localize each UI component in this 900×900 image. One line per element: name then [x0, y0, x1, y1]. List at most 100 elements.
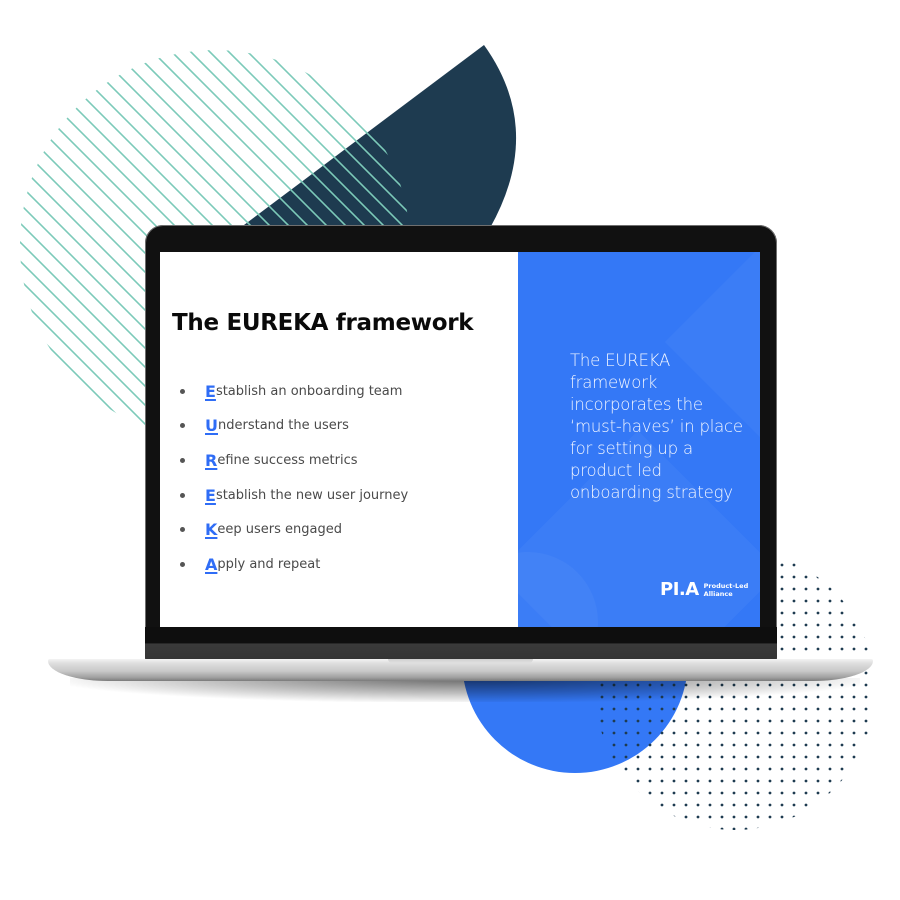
dot [804, 647, 808, 651]
dot [816, 731, 820, 735]
dot [804, 707, 808, 711]
dot [696, 743, 700, 747]
dot [804, 611, 808, 615]
dot [732, 755, 736, 759]
laptop-shadow [70, 678, 860, 702]
dot [816, 719, 820, 723]
dot [636, 731, 640, 735]
dot [612, 743, 616, 747]
dot [768, 719, 772, 723]
dot [636, 779, 640, 783]
dot [852, 779, 856, 783]
dot [864, 707, 868, 711]
dot [696, 755, 700, 759]
dot [780, 803, 784, 807]
dot [780, 599, 784, 603]
dot [708, 731, 712, 735]
dot [720, 791, 724, 795]
dot [864, 647, 868, 651]
pla-logo-mark: PI.A [660, 579, 699, 600]
dot [732, 779, 736, 783]
dot [672, 803, 676, 807]
dot [828, 623, 832, 627]
dot [792, 647, 796, 651]
dot [648, 719, 652, 723]
dot [780, 563, 784, 567]
dot [792, 803, 796, 807]
dot [792, 755, 796, 759]
dot [660, 791, 664, 795]
dot [732, 827, 736, 830]
dot [780, 575, 784, 579]
bullet-icon [180, 561, 185, 567]
dot [877, 828, 880, 831]
dot [816, 827, 820, 830]
dot [636, 743, 640, 747]
dot [792, 587, 796, 591]
dot [828, 767, 832, 771]
dot [840, 599, 844, 603]
dot [636, 707, 640, 711]
dot [720, 803, 724, 807]
dot [877, 672, 880, 675]
dot [864, 695, 868, 699]
dot [828, 815, 832, 819]
dot [720, 731, 724, 735]
dot [744, 731, 748, 735]
dot [756, 755, 760, 759]
panel-description: The EUREKA framework incorporates the ‘m… [570, 351, 743, 502]
dot [852, 767, 856, 771]
dot [720, 767, 724, 771]
dot [672, 815, 676, 819]
dot [852, 743, 856, 747]
dot [877, 780, 880, 783]
bullet-text: nderstand the users [218, 418, 349, 434]
dot [756, 731, 760, 735]
dot [877, 720, 880, 723]
dot [780, 647, 784, 651]
dot [660, 707, 664, 711]
dot [648, 707, 652, 711]
bullet-initial: K [205, 520, 218, 540]
dot [612, 815, 616, 819]
dot [732, 719, 736, 723]
dot [852, 587, 856, 591]
dot [864, 563, 868, 567]
dot [624, 779, 628, 783]
dot [816, 599, 820, 603]
dot [828, 779, 832, 783]
dot [792, 719, 796, 723]
dot [804, 719, 808, 723]
dot [840, 779, 844, 783]
dot [660, 815, 664, 819]
dot [804, 827, 808, 830]
dot [672, 767, 676, 771]
dot [648, 827, 652, 830]
dot [744, 827, 748, 830]
dot [877, 804, 880, 807]
dot [864, 791, 868, 795]
dot [816, 611, 820, 615]
dot [744, 743, 748, 747]
dot [612, 719, 616, 723]
dot [756, 743, 760, 747]
dot [816, 755, 820, 759]
dot [732, 791, 736, 795]
dot [660, 803, 664, 807]
dot [840, 635, 844, 639]
dot [648, 791, 652, 795]
list-item: E stablish the new user journey [180, 478, 408, 513]
dot [612, 791, 616, 795]
dot [708, 743, 712, 747]
dot [624, 731, 628, 735]
dot [828, 707, 832, 711]
dot [744, 707, 748, 711]
dot [660, 767, 664, 771]
dot [684, 791, 688, 795]
dot [877, 744, 880, 747]
dot [612, 779, 616, 783]
dot [720, 707, 724, 711]
slide-title: The EUREKA framework [172, 310, 474, 336]
dot [744, 755, 748, 759]
dot [756, 815, 760, 819]
